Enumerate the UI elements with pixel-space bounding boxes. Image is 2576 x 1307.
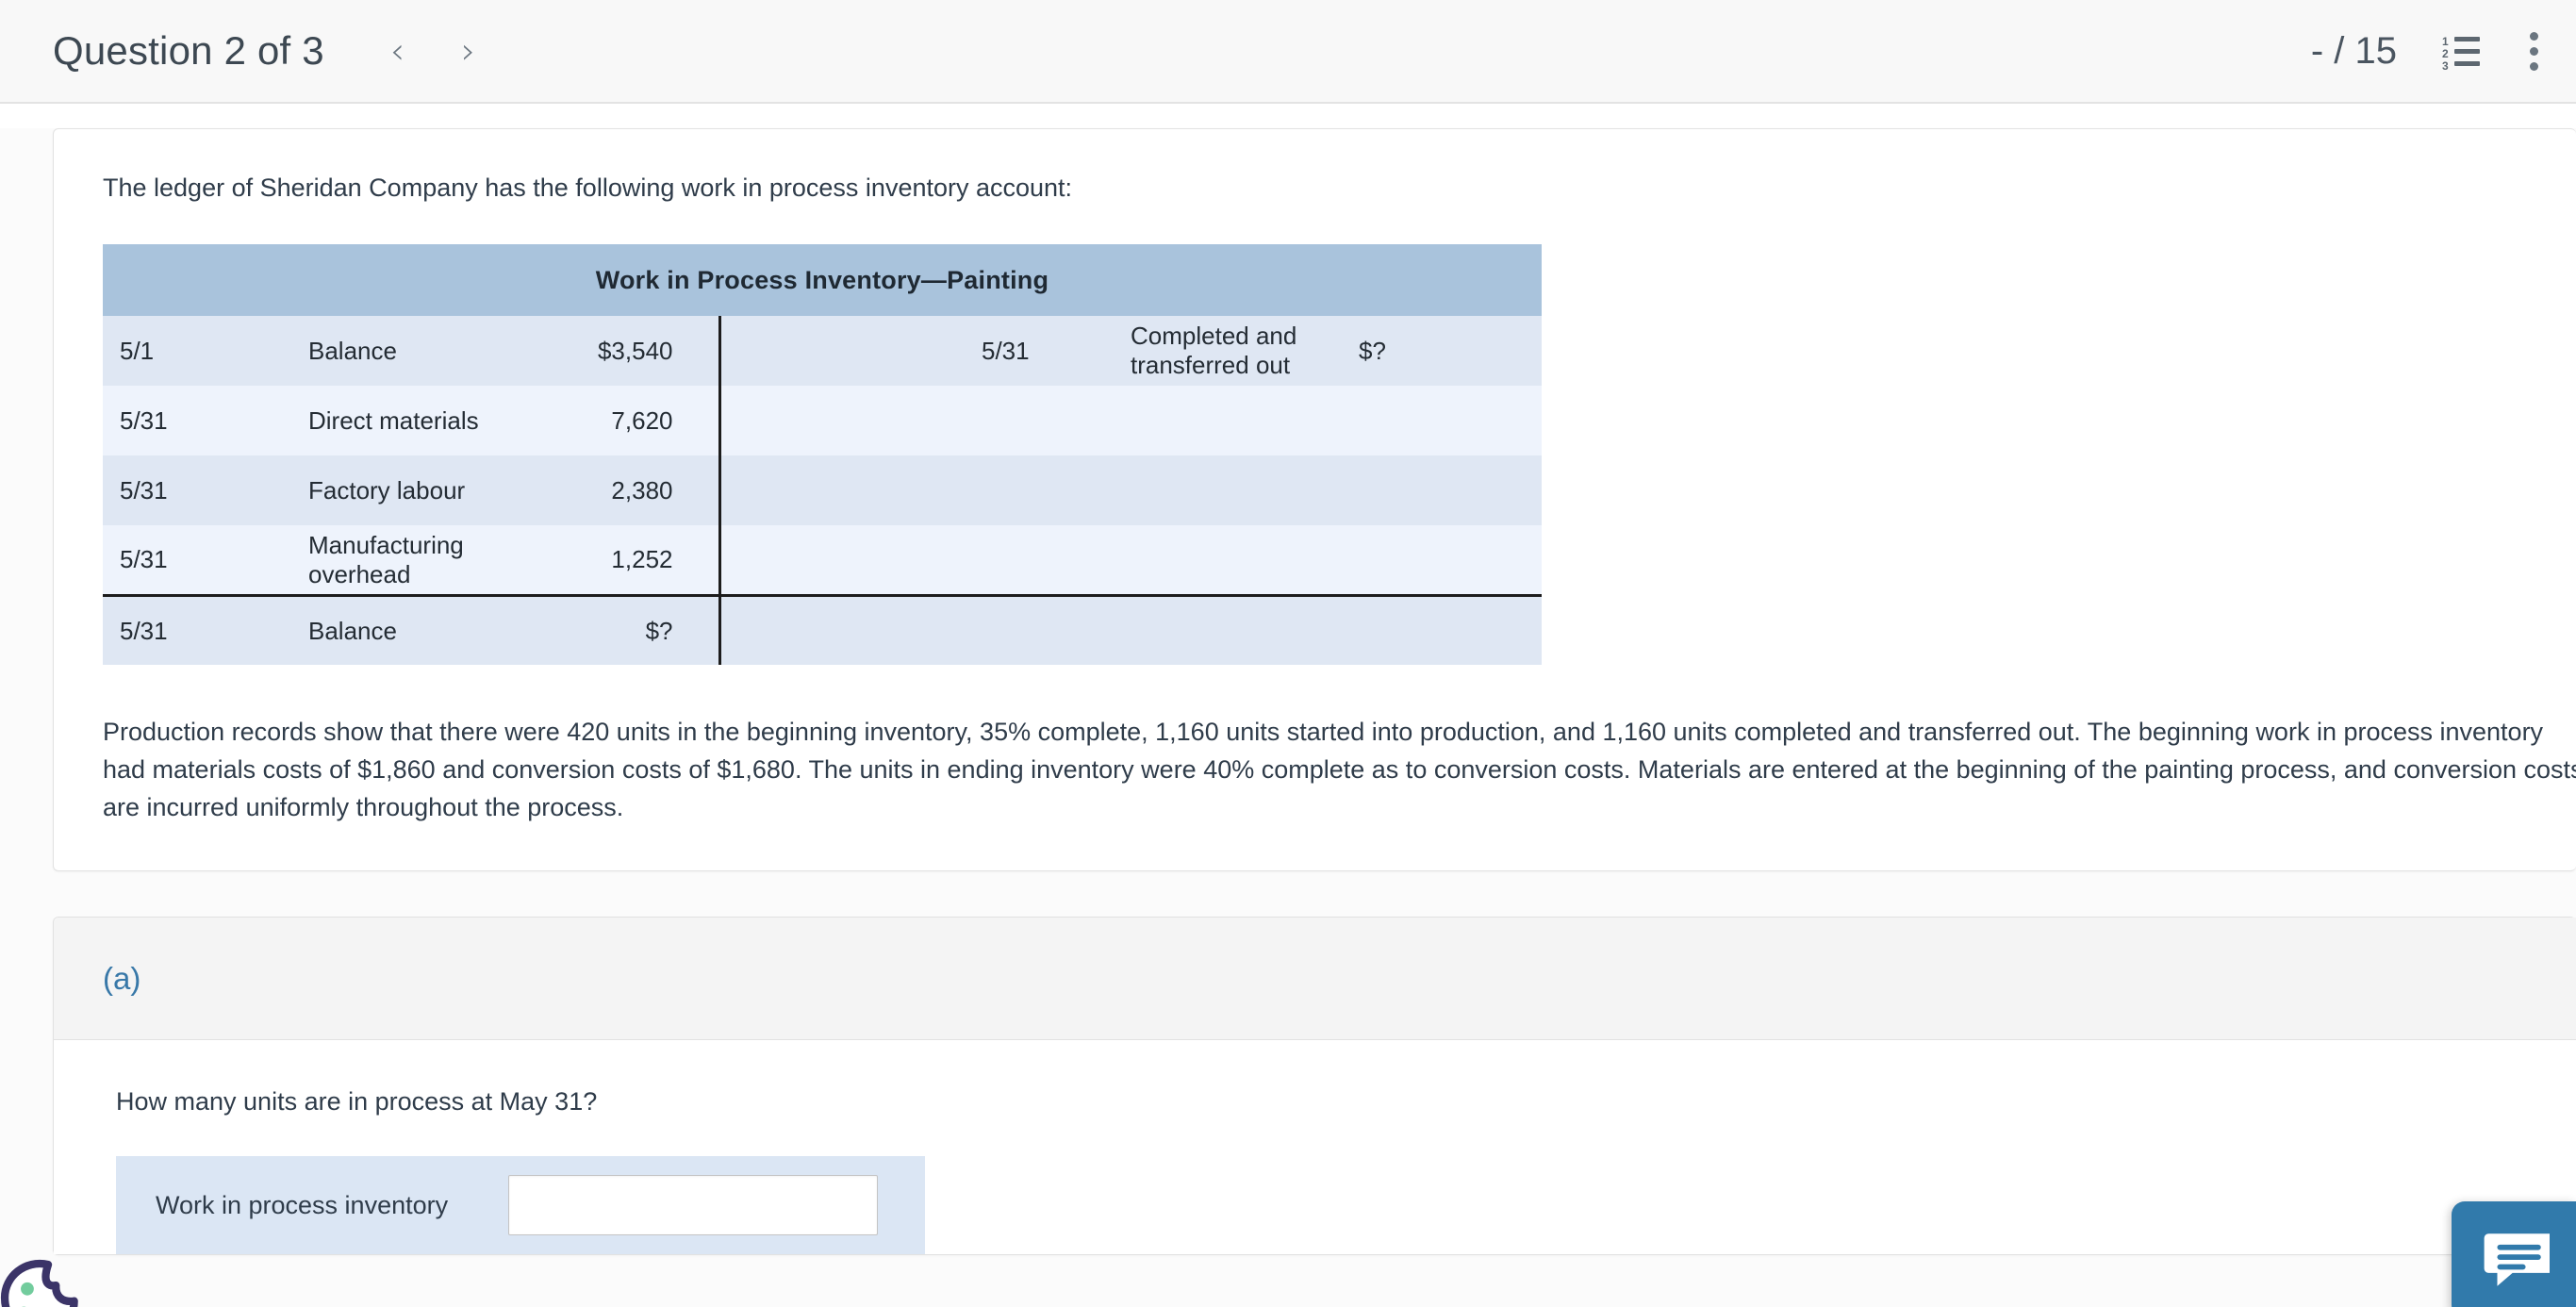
table-row: 5/31 Direct materials 7,620 [103,386,1542,456]
t-account-divider [718,593,925,666]
credit-description [1131,593,1336,666]
problem-statement-card: The ledger of Sheridan Company has the f… [53,128,2576,872]
t-account-divider [718,455,925,526]
t-account-divider [718,386,925,456]
debit-description: Balance [308,593,514,666]
debit-description: Factory labour [308,475,466,505]
chat-support-button[interactable] [2452,1201,2576,1307]
more-options-button[interactable] [2525,28,2542,74]
list-icon-number-1: 1 [2442,35,2449,48]
debit-date: 5/31 [120,405,168,435]
t-account-divider [718,316,925,387]
credit-amount [1336,386,1542,455]
answer-field-label: Work in process inventory [156,1190,449,1219]
debit-date: 5/31 [120,475,168,505]
part-a-question-text: How many units are in process at May 31? [116,1087,598,1117]
credit-date [925,593,1131,666]
credit-description [1131,455,1336,525]
app-header: Question 2 of 3 ‹ › - / 15 1 2 3 [0,0,2576,104]
debit-amount: 1,252 [611,545,673,574]
score-display: - / 15 [2310,29,2397,72]
table-row: 5/1 Balance $3,540 5/31 Completed and tr… [103,316,1542,387]
numbered-list-icon: 1 2 3 [2442,35,2480,72]
list-icon-number-2: 2 [2442,47,2449,60]
table-row: 5/31 Manufacturing overhead 1,252 [103,525,1542,596]
work-in-process-inventory-input[interactable] [508,1175,879,1236]
debit-amount: $3,540 [597,336,673,365]
problem-paragraph: Production records show that there were … [103,718,2576,822]
table-header-row: Work in Process Inventory—Painting [103,244,1542,317]
table-row-balance: 5/31 Balance $? [103,593,1542,666]
list-icon-number-3: 3 [2442,59,2449,73]
chat-bubble-icon [2484,1233,2550,1286]
page-body: The ledger of Sheridan Company has the f… [0,128,2576,1307]
question-list-button[interactable]: 1 2 3 [2438,31,2484,72]
previous-question-arrow-icon[interactable]: ‹ [381,27,414,74]
credit-amount [1336,593,1542,666]
page-title: Question 2 of 3 [53,28,324,73]
t-account-title: Work in Process Inventory—Painting [103,244,1542,317]
next-question-arrow-icon[interactable]: › [452,27,485,74]
credit-amount [1336,525,1542,595]
part-a-card: (a) How many units are in process at May… [53,917,2576,1256]
header-right-controls: - / 15 1 2 3 [2311,28,2542,74]
question-navigation: ‹ › [381,27,485,74]
credit-description [1131,525,1336,595]
credit-date [925,386,1131,455]
debit-date: 5/1 [120,336,155,365]
more-vertical-icon [2529,31,2538,71]
t-account-divider [718,525,925,596]
credit-date [925,525,1131,595]
credit-description: Completed and transferred out [1131,322,1297,380]
credit-date: 5/31 [982,336,1030,365]
debit-description: Manufacturing overhead [308,530,464,588]
answer-row: Work in process inventory [116,1156,925,1255]
part-a-label: (a) [103,960,141,996]
debit-amount: 2,380 [611,475,673,505]
table-row: 5/31 Factory labour 2,380 [103,455,1542,526]
credit-amount [1336,455,1542,525]
credit-description [1131,386,1336,455]
debit-date: 5/31 [103,593,308,666]
part-a-header: (a) [54,918,2576,1041]
debit-description: Balance [308,336,397,365]
debit-description: Direct materials [308,405,479,435]
credit-amount: $? [1359,336,1386,365]
cookie-consent-button[interactable] [0,1254,81,1307]
credit-date [925,455,1131,525]
work-in-process-t-account-table: Work in Process Inventory—Painting 5/1 B… [103,244,1542,666]
cookie-consent-icon [0,1259,78,1307]
debit-amount: 7,620 [611,405,673,435]
debit-amount: $? [514,593,719,666]
debit-date: 5/31 [120,545,168,574]
part-a-body: How many units are in process at May 31?… [54,1040,2576,1255]
problem-intro-text: The ledger of Sheridan Company has the f… [103,174,1073,202]
